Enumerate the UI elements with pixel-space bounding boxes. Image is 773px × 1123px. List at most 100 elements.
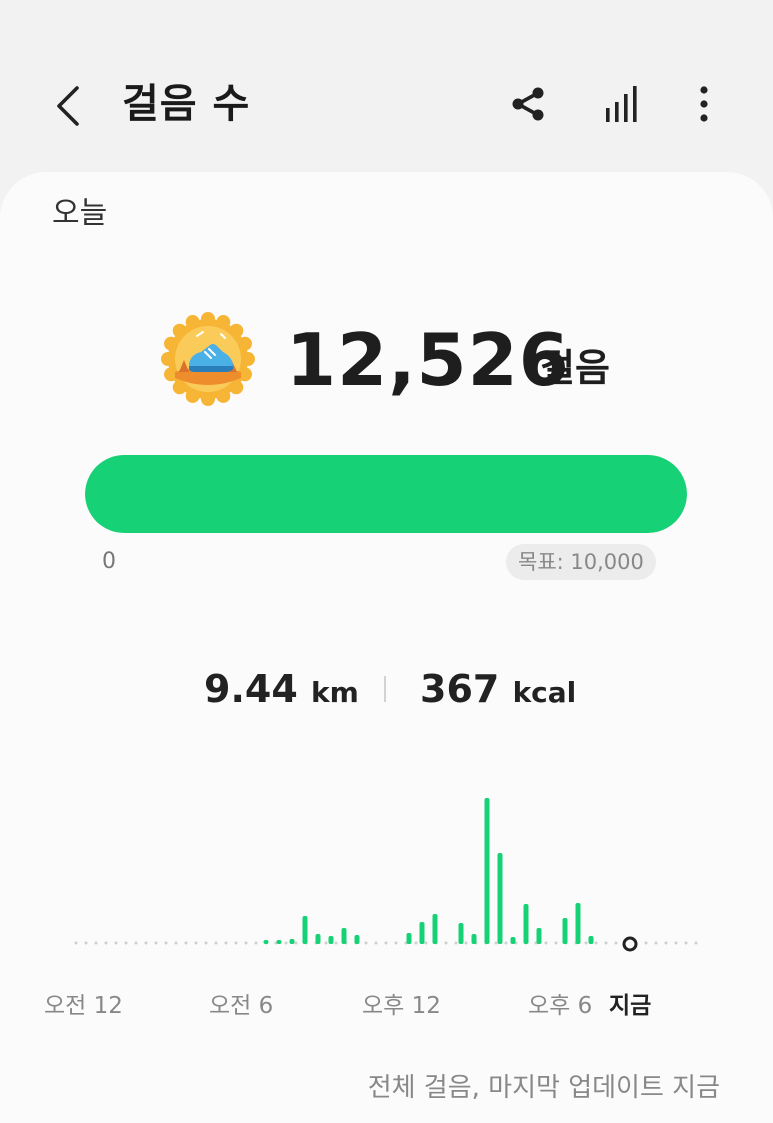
back-button[interactable] — [44, 78, 92, 134]
steps-bar — [276, 940, 282, 944]
baseline-dot — [104, 941, 108, 945]
baseline-dot — [364, 941, 368, 945]
steps-bar — [432, 914, 438, 944]
more-options-button[interactable] — [678, 78, 730, 130]
baseline-dot — [374, 941, 378, 945]
baseline-dot — [384, 941, 388, 945]
baseline-dot — [664, 941, 668, 945]
baseline-dot — [694, 941, 698, 945]
last-updated-note: 전체 걸음, 마지막 업데이트 지금 — [367, 1073, 720, 1103]
steps-bar — [406, 933, 412, 944]
steps-bar — [484, 798, 490, 944]
baseline-dot — [124, 941, 128, 945]
chevron-left-icon — [57, 86, 79, 126]
steps-bar — [289, 939, 295, 944]
steps-bar — [315, 934, 321, 944]
goal-badge[interactable]: 목표: 10,000 — [506, 544, 656, 580]
baseline-dot — [114, 941, 118, 945]
baseline-dot — [454, 941, 458, 945]
now-marker — [622, 936, 638, 952]
steps-count: 12,526 — [286, 318, 570, 402]
steps-bar — [341, 928, 347, 944]
baseline-dot — [184, 941, 188, 945]
calories-value: 367 — [420, 667, 500, 711]
distance-unit: km — [311, 676, 359, 709]
progress-start-label: 0 — [102, 549, 116, 574]
steps-bar — [575, 903, 581, 944]
steps-bar — [523, 904, 529, 944]
steps-bar — [562, 918, 568, 944]
baseline-dot — [424, 941, 428, 945]
steps-bar — [536, 928, 542, 944]
calories-stat: 367 kcal — [420, 664, 576, 718]
baseline-dot — [614, 941, 618, 945]
baseline-dot — [94, 941, 98, 945]
steps-bar — [419, 922, 425, 944]
baseline-dot — [204, 941, 208, 945]
baseline-dot — [84, 941, 88, 945]
baseline-dot — [234, 941, 238, 945]
baseline-dot — [584, 941, 588, 945]
x-tick-label: 오전 12 — [44, 993, 123, 1019]
running-shoe-badge-icon — [161, 312, 255, 406]
x-tick-label: 오후 12 — [362, 993, 441, 1019]
baseline-dot — [554, 941, 558, 945]
steps-bar — [471, 934, 477, 944]
steps-bar — [354, 935, 360, 944]
baseline-dot — [414, 941, 418, 945]
activity-summary: 9.44 km 367 kcal — [0, 664, 773, 714]
baseline-dot — [684, 941, 688, 945]
baseline-dot — [154, 941, 158, 945]
baseline-dot — [144, 941, 148, 945]
baseline-dot — [244, 941, 248, 945]
baseline-dot — [174, 941, 178, 945]
steps-progress-fill — [85, 455, 687, 533]
bar-chart-icon — [606, 86, 637, 122]
baseline-dot — [194, 941, 198, 945]
baseline-dot — [604, 941, 608, 945]
steps-bar — [588, 936, 594, 944]
hourly-steps-chart[interactable]: 오전 12 오전 6 오후 12 오후 6 지금 — [0, 772, 773, 1072]
period-label[interactable]: 오늘 — [52, 188, 107, 232]
distance-value: 9.44 — [204, 667, 298, 711]
x-tick-label-now: 지금 — [609, 993, 652, 1019]
baseline-dot — [224, 941, 228, 945]
steps-bar — [510, 937, 516, 944]
baseline-dot — [504, 941, 508, 945]
baseline-dot — [74, 941, 78, 945]
baseline-dot — [294, 941, 298, 945]
baseline-dot — [464, 941, 468, 945]
x-tick-label: 오후 6 — [528, 993, 593, 1019]
baseline-dot — [494, 941, 498, 945]
baseline-dot — [324, 941, 328, 945]
summary-divider — [384, 676, 386, 702]
baseline-dot — [164, 941, 168, 945]
baseline-dot — [444, 941, 448, 945]
steps-card: 오늘 12,526 걸음 0 목표: 10,000 9.44 km 367 kc… — [0, 172, 773, 1123]
share-button[interactable] — [502, 78, 554, 130]
calories-unit: kcal — [512, 676, 577, 709]
stats-button[interactable] — [594, 78, 646, 130]
baseline-dot — [334, 941, 338, 945]
steps-progress-bar — [85, 455, 687, 533]
hourly-steps-svg — [74, 798, 698, 952]
steps-bar — [458, 923, 464, 944]
page-title: 걸음 수 — [122, 81, 251, 127]
baseline-dot — [214, 941, 218, 945]
x-tick-label: 오전 6 — [209, 993, 274, 1019]
steps-bar — [328, 936, 334, 944]
baseline-dot — [254, 941, 258, 945]
baseline-dot — [544, 941, 548, 945]
steps-bar — [263, 940, 269, 944]
baseline-dot — [134, 941, 138, 945]
steps-unit: 걸음 — [540, 346, 610, 390]
baseline-dot — [284, 941, 288, 945]
baseline-dot — [594, 941, 598, 945]
steps-bar — [302, 916, 308, 944]
steps-bar — [497, 853, 503, 944]
more-vert-icon — [700, 86, 708, 122]
baseline-dot — [654, 941, 658, 945]
share-icon — [512, 87, 544, 121]
baseline-dot — [674, 941, 678, 945]
top-app-bar: 걸음 수 — [0, 0, 773, 180]
